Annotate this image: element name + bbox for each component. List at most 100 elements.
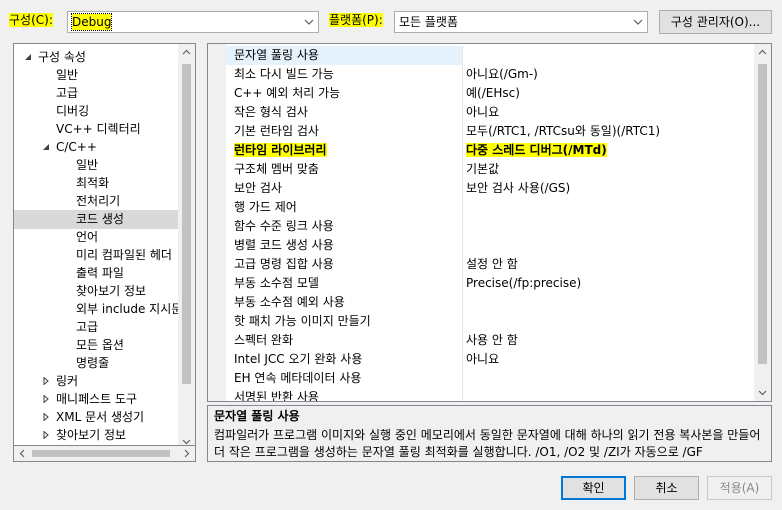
tree-item[interactable]: 링커 [14,372,179,391]
column-separator [462,141,463,160]
scroll-up-icon[interactable] [758,48,767,57]
property-value[interactable]: 사용 안 함 [466,331,518,350]
tree-item[interactable]: 최적화 [14,174,179,193]
property-row[interactable]: Intel JCC 오기 완화 사용 아니요 [226,350,754,369]
property-row[interactable]: 작은 형식 검사 아니요 [226,103,754,122]
column-separator [462,312,463,331]
expanded-triangle-icon[interactable] [42,143,50,151]
property-row[interactable]: 서명된 반환 사용 [226,388,754,401]
tree-item[interactable]: 외부 include 지시문 [14,300,182,319]
property-row[interactable]: 문자열 풀링 사용 [226,46,754,65]
tree-item[interactable]: 매니페스트 도구 [14,390,179,409]
column-separator [462,274,463,293]
property-name: 보안 검사 [234,181,282,195]
tree-item[interactable]: 찾아보기 정보 [14,426,179,445]
property-row[interactable]: 구조체 멤버 맞춤 기본값 [226,160,754,179]
tree-item[interactable]: C/C++ [14,138,179,157]
property-row[interactable]: 런타임 라이브러리 다중 스레드 디버그(/MTd) [226,141,754,160]
property-name: 구조체 멤버 맞춤 [234,162,319,176]
collapsed-triangle-icon[interactable] [42,395,50,403]
tree-item[interactable]: 미리 컴파일된 헤더 [14,246,179,265]
tree-item[interactable]: 출력 파일 [14,264,179,283]
property-row[interactable]: 병렬 코드 생성 사용 [226,236,754,255]
tree-item[interactable]: 코드 생성 [14,210,179,229]
property-value[interactable]: 보안 검사 사용(/GS) [466,179,570,198]
tree-hscrollbar[interactable] [13,445,196,462]
property-value[interactable]: 설정 안 함 [466,255,518,274]
column-separator [462,293,463,312]
tree-item-label: 전처리기 [76,194,121,208]
tree-item[interactable]: 일반 [14,66,179,85]
property-row[interactable]: 행 가드 제어 [226,198,754,217]
tree-item-label: 코드 생성 [76,212,124,226]
property-name: 기본 런타임 검사 [234,124,319,138]
property-value[interactable]: 다중 스레드 디버그(/MTd) [466,141,607,160]
column-separator [462,217,463,236]
property-value[interactable]: Precise(/fp:precise) [466,274,581,293]
property-row[interactable]: 스펙터 완화 사용 안 함 [226,331,754,350]
tree-item[interactable]: 고급 [14,318,179,337]
property-tree[interactable]: 구성 속성 일반 고급 디버깅 VC++ 디렉터리 C/C++ 일반 최적화 전처리기 코드 생성… [13,43,196,451]
tree-item[interactable]: 언어 [14,228,179,247]
column-separator [462,236,463,255]
property-name: 런타임 라이브러리 [234,143,327,157]
property-row[interactable]: 최소 다시 빌드 가능 아니요(/Gm-) [226,65,754,84]
tree-item-label: 미리 컴파일된 헤더 [76,248,172,262]
property-value[interactable]: 모두(/RTC1, /RTCsu와 동일)(/RTC1) [466,122,660,141]
grid-scroll-thumb[interactable] [758,64,767,364]
tree-item[interactable]: 전처리기 [14,192,179,211]
column-separator [462,369,463,388]
property-value[interactable]: 예(/EHsc) [466,84,520,103]
scroll-up-icon[interactable] [182,48,191,57]
collapsed-triangle-icon[interactable] [42,413,50,421]
tree-item[interactable]: 디버깅 [14,102,179,121]
tree-item[interactable]: 고급 [14,84,179,103]
property-grid[interactable]: 문자열 풀링 사용최소 다시 빌드 가능 아니요(/Gm-) C++ 예외 처리 가… [207,43,772,402]
tree-item[interactable]: 일반 [14,156,179,175]
scroll-right-icon[interactable] [182,449,191,458]
property-value[interactable]: 아니요 [466,350,499,369]
tree-item[interactable]: 모든 옵션 [14,336,179,355]
platform-combo[interactable]: 모든 플랫폼 [394,11,648,33]
chevron-down-icon [304,19,314,25]
property-value[interactable]: 기본값 [466,160,499,179]
tree-item[interactable]: VC++ 디렉터리 [14,120,179,139]
property-row[interactable]: 보안 검사 보안 검사 사용(/GS) [226,179,754,198]
tree-item[interactable]: 찾아보기 정보 [14,282,179,301]
description-title: 문자열 풀링 사용 [214,409,300,423]
config-combo[interactable]: Debug [67,11,319,33]
expanded-triangle-icon[interactable] [24,53,32,61]
scroll-down-icon[interactable] [758,388,767,397]
tree-hscroll-thumb[interactable] [32,450,170,457]
chevron-down-icon [633,19,643,25]
config-manager-button[interactable]: 구성 관리자(O)... [659,10,772,34]
collapsed-triangle-icon[interactable] [42,431,50,439]
property-row[interactable]: 핫 패치 가능 이미지 만들기 [226,312,754,331]
ok-button[interactable]: 확인 [561,476,626,500]
property-name: 스펙터 완화 [234,333,294,347]
description-panel: 문자열 풀링 사용 컴파일러가 프로그램 이미지와 실행 중인 메모리에서 동일… [207,405,772,462]
property-row[interactable]: 부동 소수점 모델 Precise(/fp:precise) [226,274,754,293]
tree-scrollbar[interactable] [178,44,195,450]
column-separator [462,331,463,350]
tree-scroll-thumb[interactable] [182,64,191,384]
property-value[interactable]: 아니요 [466,103,499,122]
property-row[interactable]: 부동 소수점 예외 사용 [226,293,754,312]
property-value[interactable]: 아니요(/Gm-) [466,65,538,84]
property-row[interactable]: 기본 런타임 검사 모두(/RTC1, /RTCsu와 동일)(/RTC1) [226,122,754,141]
scroll-left-icon[interactable] [18,449,27,458]
tree-item[interactable]: 명령줄 [14,354,179,373]
grid-scrollbar[interactable] [754,44,771,401]
collapsed-triangle-icon[interactable] [42,377,50,385]
apply-button[interactable]: 적용(A) [707,476,772,500]
property-row[interactable]: EH 연속 메타데이터 사용 [226,369,754,388]
property-name: 병렬 코드 생성 사용 [234,238,334,252]
property-row[interactable]: 함수 수준 링크 사용 [226,217,754,236]
tree-item[interactable]: 구성 속성 [14,48,179,67]
cancel-button[interactable]: 취소 [634,476,699,500]
property-name: 최소 다시 빌드 가능 [234,67,334,81]
tree-item-label: 최적화 [76,176,110,190]
property-row[interactable]: C++ 예외 처리 가능 예(/EHsc) [226,84,754,103]
tree-item[interactable]: XML 문서 생성기 [14,408,179,427]
property-row[interactable]: 고급 명령 집합 사용 설정 안 함 [226,255,754,274]
